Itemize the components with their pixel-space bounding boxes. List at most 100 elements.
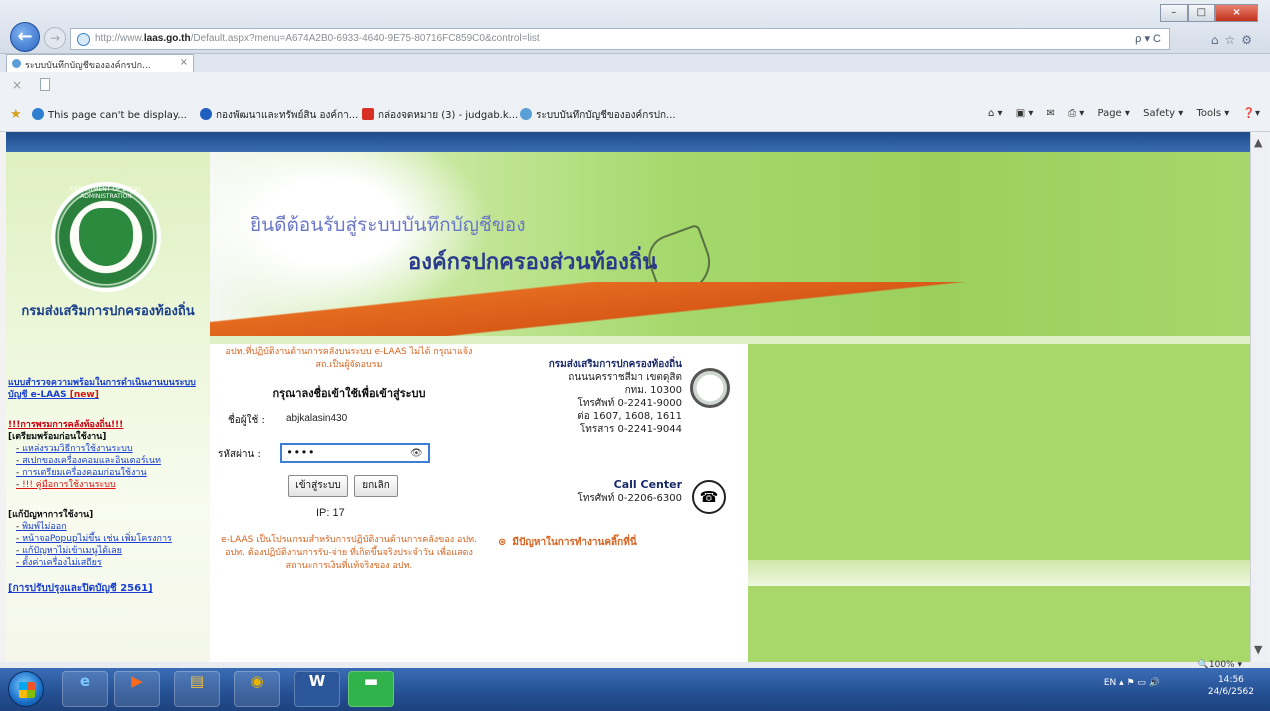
favorites-star-icon[interactable]: ★ <box>10 107 22 122</box>
prepare-item-4[interactable]: !!! คู่มือการใช้งานระบบ <box>8 479 208 491</box>
closing-accounts-link[interactable]: [การปรับปรุงและปิดบัญชี 2561] <box>8 583 208 595</box>
chrome-taskbar-icon[interactable]: ◉ <box>234 671 280 707</box>
help-icon[interactable]: ❓▾ <box>1243 108 1260 119</box>
contact-phone: โทรศัพท์ 0-2241-9000 <box>577 398 682 409</box>
scroll-up-icon[interactable]: ▲ <box>1254 136 1262 149</box>
favorites-bar: ★ This page can't be display... กองพัฒนา… <box>0 98 1270 132</box>
address-bar[interactable]: http://www.laas.go.th/Default.aspx?menu=… <box>70 28 1170 50</box>
tab-row: ระบบบันทึกบัญชีขององค์กรปก... × <box>0 54 1270 72</box>
explorer-taskbar-icon[interactable]: ▤ <box>174 671 220 707</box>
seal-emblem <box>79 208 133 266</box>
search-refresh-icon[interactable]: ρ ▾ C <box>1135 32 1161 45</box>
banner-line-1: ยินดีต้อนรับสู่ระบบบันทึกบัญชีของ <box>250 214 526 236</box>
screen: ← → http://www.laas.go.th/Default.aspx?m… <box>0 0 1270 711</box>
new-badge: [new] <box>69 390 99 400</box>
callcenter-title: Call Center <box>613 478 682 491</box>
ie-taskbar-icon[interactable]: e <box>62 671 108 707</box>
back-button[interactable]: ← <box>10 22 40 52</box>
line-taskbar-icon[interactable]: ▬ <box>348 671 394 707</box>
username-label: ชื่อผู้ใช้ : <box>228 415 265 426</box>
media-player-taskbar-icon[interactable]: ▶ <box>114 671 160 707</box>
page-icon <box>39 78 50 91</box>
right-green-panel <box>748 344 1250 662</box>
prepare-item-2[interactable]: สเปกของเครื่องคอมและอินเตอร์เนท <box>8 455 208 467</box>
favorite-label: ระบบบันทึกบัญชีขององค์กรปก... <box>536 110 676 121</box>
org-name: กรมส่งเสริมการปกครองท้องถิ่น <box>21 304 195 319</box>
contact-city: กทม. 10300 <box>624 385 682 396</box>
survey-link[interactable]: แบบสำรวจความพร้อมในการดำเนินงานบนระบบบัญ… <box>8 377 208 401</box>
command-bar: ⌂ ▾ ▣ ▾ ✉ ⎙ ▾ Page ▾ Safety ▾ Tools ▾ ❓▾ <box>978 108 1260 119</box>
trouble-heading: [แก้ปัญหาการใช้งาน] <box>8 510 94 520</box>
login-heading: กรุณาลงชื่อเข้าใช้เพื่อเข้าสู่ระบบ <box>272 387 426 400</box>
minimize-button[interactable]: – <box>1160 4 1188 22</box>
trouble-item-4[interactable]: ตั้งค่าเครื่องไม่เสถียร <box>8 557 208 569</box>
top-stripe <box>6 132 1250 152</box>
tools-menu[interactable]: Tools ▾ <box>1196 108 1229 119</box>
survey-text: แบบสำรวจความพร้อมในการดำเนินงานบนระบบบัญ… <box>8 378 196 400</box>
problem-report-link[interactable]: ⊛ มีปัญหาในการทำงานคลิ๊กที่นี่ <box>498 535 637 550</box>
tab-close-icon[interactable]: × <box>180 57 188 68</box>
browser-titlebar: ← → http://www.laas.go.th/Default.aspx?m… <box>0 0 1270 54</box>
windows-logo-icon <box>19 682 35 698</box>
favorite-link-1[interactable]: This page can't be display... <box>32 108 187 121</box>
building-icon <box>690 368 730 408</box>
password-field[interactable]: •••• <box>280 443 430 463</box>
mail-icon[interactable]: ✉ <box>1047 108 1055 119</box>
forward-button[interactable]: → <box>44 27 66 49</box>
favorite-link-4[interactable]: ระบบบันทึกบัญชีขององค์กรปก... <box>520 108 676 123</box>
bullet-icon: ⊛ <box>498 537 507 548</box>
trouble-item-3[interactable]: แก้ปัญหาไม่เข้าเมนูได้เลย <box>8 545 208 557</box>
home-icon[interactable]: ⌂ ▾ <box>988 108 1003 119</box>
trouble-item-2[interactable]: หน้าจอPopupไม่ขึ้น เช่น เพิ่มโครงการ <box>8 533 208 545</box>
training-notice: อปท.ที่ปฏิบัติงานด้านการคลังบนระบบ e-LAA… <box>225 347 473 370</box>
page-menu[interactable]: Page ▾ <box>1098 108 1130 119</box>
home-star-gear-icons[interactable]: ⌂☆⚙ <box>1211 33 1258 47</box>
phone-icon: ☎ <box>692 480 726 514</box>
sidebar: DEPARTMENT OF LOCAL ADMINISTRATION กรมส่… <box>6 152 210 662</box>
elaas-description: e-LAAS เป็นโปรแกรมสำหรับการปฏิบัติงานด้า… <box>221 535 477 571</box>
new-tab-row: × <box>0 72 1270 98</box>
banner-line-2: องค์กรปกครองส่วนท้องถิ่น <box>408 250 658 275</box>
clock[interactable]: 14:56 24/6/2562 <box>1208 674 1254 698</box>
trouble-item-1[interactable]: พิมพ์ไม่ออก <box>8 521 208 533</box>
prepare-item-1[interactable]: แหล่งรวมวิธีการใช้งานระบบ <box>8 443 208 455</box>
language-indicator[interactable]: EN <box>1104 678 1116 688</box>
clock-date: 24/6/2562 <box>1207 687 1254 697</box>
print-icon[interactable]: ⎙ ▾ <box>1068 108 1084 119</box>
url-host: laas.go.th <box>143 33 191 44</box>
login-button[interactable]: เข้าสู่ระบบ <box>288 475 348 497</box>
taskbar: e ▶ ▤ ◉ W ▬ EN ▴ ⚑ ▭ 🔊 14:56 24/6/2562 <box>0 668 1270 711</box>
vertical-scrollbar[interactable]: ▲ ▼ <box>1250 132 1268 662</box>
sidebar-links: แบบสำรวจความพร้อมในการดำเนินงานบนระบบบัญ… <box>8 377 208 595</box>
clock-time: 14:56 <box>1217 675 1244 685</box>
close-window-button[interactable]: × <box>1215 4 1259 22</box>
favorite-link-2[interactable]: กองพัฒนาและทรัพย์สิน องค์กา... <box>200 108 358 123</box>
tray-icons[interactable]: ▴ ⚑ ▭ 🔊 <box>1119 678 1160 688</box>
username-field[interactable]: abjkalasin430 <box>286 413 347 424</box>
contact-block: กรมส่งเสริมการปกครองท้องถิ่น ถนนนครราชสี… <box>496 358 682 436</box>
favorite-link-3[interactable]: กล่องจดหมาย (3) - judgab.k... <box>362 108 518 123</box>
scroll-down-icon[interactable]: ▼ <box>1254 643 1262 656</box>
start-button[interactable] <box>8 671 44 707</box>
orange-band <box>210 282 1250 336</box>
tab-active[interactable]: ระบบบันทึกบัญชีขององค์กรปก... × <box>6 54 194 72</box>
site-icon <box>200 108 212 120</box>
maximize-button[interactable]: □ <box>1187 4 1216 22</box>
welcome-banner: ยินดีต้อนรับสู่ระบบบันทึกบัญชีของ องค์กร… <box>210 152 1250 336</box>
department-seal-logo: DEPARTMENT OF LOCAL ADMINISTRATION <box>51 182 161 292</box>
safety-menu[interactable]: Safety ▾ <box>1143 108 1183 119</box>
panel-gap <box>748 560 1250 586</box>
reveal-password-icon[interactable]: 👁 <box>410 448 423 459</box>
close-icon[interactable]: × <box>12 78 22 92</box>
seal-text: DEPARTMENT OF LOCAL ADMINISTRATION <box>70 186 142 200</box>
favorite-label: This page can't be display... <box>48 110 187 121</box>
feeds-icon[interactable]: ▣ ▾ <box>1016 108 1034 119</box>
training-link[interactable]: !!!การพรมการคลังท้องถิ่น!!! <box>8 419 208 431</box>
favorite-label: กองพัฒนาและทรัพย์สิน องค์กา... <box>216 110 359 121</box>
prepare-item-3[interactable]: การเตรียมเครื่องคอมก่อนใช้งาน <box>8 467 208 479</box>
window-controls: – □ × <box>1160 4 1259 24</box>
callcenter-phone: โทรศัพท์ 0-2206-6300 <box>577 493 682 504</box>
word-taskbar-icon[interactable]: W <box>294 671 340 707</box>
site-icon <box>520 108 532 120</box>
cancel-button[interactable]: ยกเลิก <box>354 475 398 497</box>
